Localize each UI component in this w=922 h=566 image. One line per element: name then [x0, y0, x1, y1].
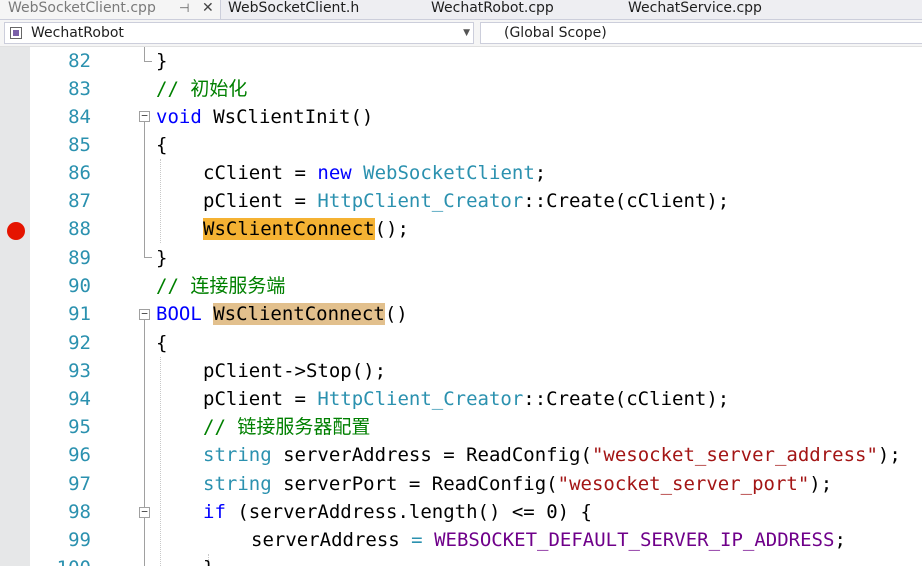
code-line[interactable]: pClient->Stop();	[203, 357, 386, 385]
code-line[interactable]: // 链接服务器配置	[203, 413, 370, 441]
code-line[interactable]: // 初始化	[156, 75, 247, 103]
code-line[interactable]: BOOL WsClientConnect()	[156, 300, 408, 328]
line-number: 85	[68, 134, 91, 156]
code-line[interactable]: cClient = new WebSocketClient;	[203, 159, 546, 187]
line-number: 100	[30, 554, 91, 566]
line-number: 95	[68, 416, 91, 438]
line-number: 87	[68, 190, 91, 212]
line-number: 89	[68, 247, 91, 269]
document-tab-bar: WebSocketClient.cpp ⊣ ✕ WebSocketClient.…	[0, 0, 922, 20]
code-line[interactable]: {	[156, 131, 167, 159]
line-number: 91	[68, 303, 91, 325]
tab-label: WechatRobot.cpp	[431, 0, 554, 16]
tab-websocketclient-cpp[interactable]: WebSocketClient.cpp ⊣ ✕	[0, 0, 221, 19]
glyph-margin[interactable]	[0, 47, 30, 566]
code-line[interactable]: }	[156, 47, 167, 75]
line-number: 94	[68, 388, 91, 410]
project-name: WechatRobot	[31, 25, 124, 41]
outline-line	[144, 320, 145, 566]
line-number: 82	[68, 50, 91, 72]
current-statement-highlight: WsClientConnect	[203, 218, 375, 240]
code-line[interactable]: string serverPort = ReadConfig("wesocket…	[203, 470, 832, 498]
code-line[interactable]: WsClientConnect();	[203, 215, 409, 243]
line-number: 84	[68, 106, 91, 128]
collapse-icon[interactable]: −	[139, 110, 150, 122]
tab-label: WebSocketClient.h	[228, 0, 360, 16]
code-line[interactable]: pClient = HttpClient_Creator::Create(cCl…	[203, 187, 729, 215]
line-number: 88	[68, 218, 91, 240]
tab-wechatrobot-cpp[interactable]: WechatRobot.cpp	[431, 0, 554, 19]
tab-wechatservice-cpp[interactable]: WechatService.cpp	[628, 0, 762, 19]
breakpoint-icon[interactable]	[7, 222, 25, 240]
line-number: 92	[68, 332, 91, 354]
reference-highlight: WsClientConnect	[213, 303, 385, 325]
outline-end	[144, 61, 152, 62]
indent-guide	[160, 357, 161, 566]
line-number: 90	[68, 275, 91, 297]
line-number: 99	[68, 529, 91, 551]
code-line[interactable]: {	[156, 329, 167, 357]
code-line[interactable]: }	[203, 554, 214, 566]
outline-line	[144, 122, 145, 257]
code-line[interactable]: if (serverAddress.length() <= 0) {	[203, 498, 592, 526]
project-icon	[10, 27, 22, 39]
line-number: 83	[68, 78, 91, 100]
code-line[interactable]: string serverAddress = ReadConfig("wesoc…	[203, 441, 901, 469]
tab-websocketclient-h[interactable]: WebSocketClient.h	[228, 0, 359, 19]
line-number: 93	[68, 360, 91, 382]
pin-icon[interactable]: ⊣	[179, 0, 189, 17]
code-line[interactable]: serverAddress = WEBSOCKET_DEFAULT_SERVER…	[251, 526, 846, 554]
code-line[interactable]: pClient = HttpClient_Creator::Create(cCl…	[203, 385, 729, 413]
tab-label: WechatService.cpp	[628, 0, 762, 16]
line-number: 86	[68, 162, 91, 184]
scope-dropdown[interactable]: (Global Scope)	[480, 22, 922, 44]
collapse-icon[interactable]: −	[139, 506, 150, 518]
code-line[interactable]: }	[156, 244, 167, 272]
indent-guide	[160, 159, 161, 243]
outline-line	[144, 47, 145, 61]
code-line[interactable]: void WsClientInit()	[156, 103, 373, 131]
outline-end	[144, 257, 152, 258]
scope-name: (Global Scope)	[504, 25, 607, 41]
line-number: 96	[68, 444, 91, 466]
navigation-bar: WechatRobot ▼ (Global Scope)	[0, 20, 922, 47]
collapse-icon[interactable]: −	[139, 308, 150, 320]
project-dropdown[interactable]: WechatRobot ▼	[4, 22, 474, 44]
code-line[interactable]: // 连接服务端	[156, 272, 285, 300]
line-number: 98	[68, 501, 91, 523]
close-icon[interactable]: ✕	[202, 0, 214, 17]
tab-label: WebSocketClient.cpp	[8, 0, 156, 16]
line-number: 97	[68, 473, 91, 495]
chevron-down-icon: ▼	[463, 28, 470, 38]
code-editor[interactable]: 82 83 84 85 86 87 88 89 90 91 92 93 94 9…	[0, 47, 922, 566]
